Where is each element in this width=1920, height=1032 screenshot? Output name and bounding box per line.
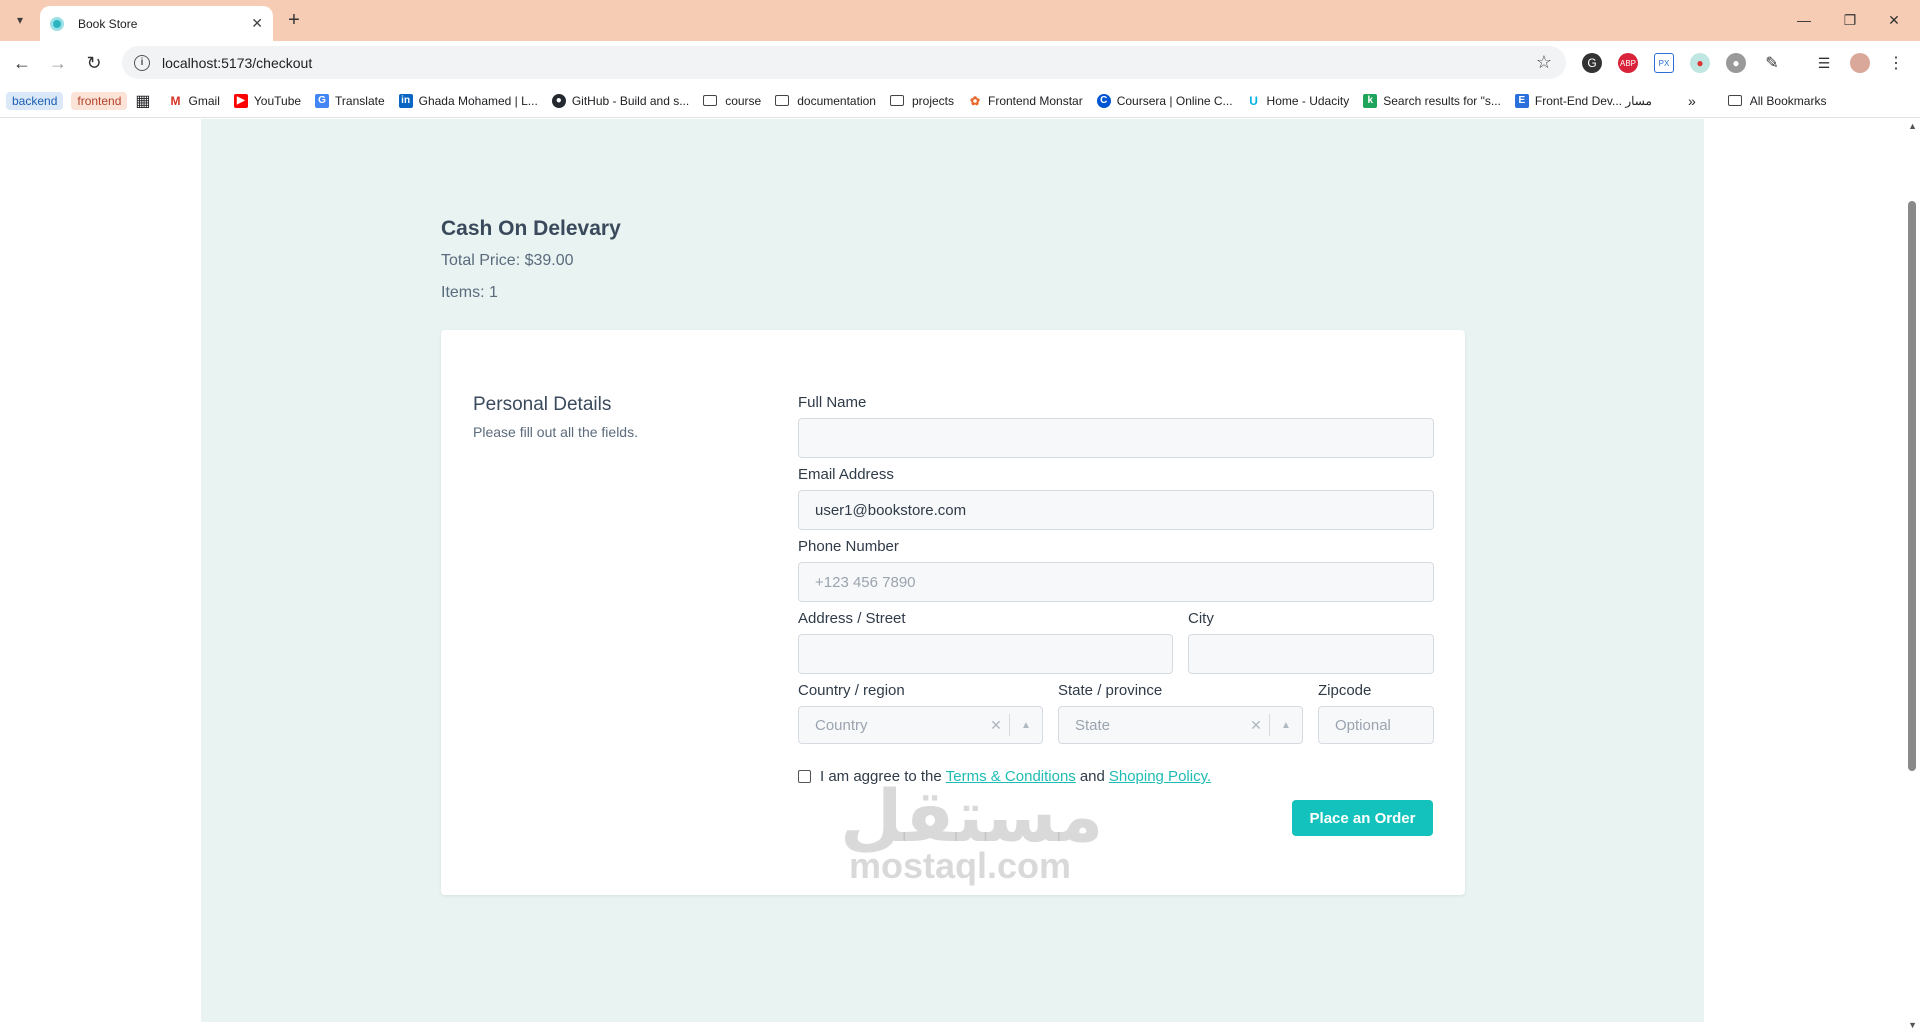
apps-grid-icon[interactable]: ▦ [135,91,150,111]
zipcode-label: Zipcode [1318,682,1372,699]
section-title: Personal Details [473,394,612,415]
minimize-icon[interactable]: — [1784,8,1824,32]
site-info-icon[interactable]: i [134,54,150,71]
folder-icon [889,95,904,106]
back-arrow-icon[interactable]: ← [8,49,36,77]
bookmark-frontend-monstar[interactable]: ✿ Frontend Monstar [968,94,1083,108]
zipcode-input[interactable] [1318,706,1434,744]
bookmark-folder-documentation[interactable]: documentation [775,94,876,108]
city-input[interactable] [1188,634,1434,674]
record-extension-icon[interactable]: ● [1726,53,1746,73]
bookmark-edraak[interactable]: E Front-End Dev... مسار [1514,93,1652,108]
terms-checkbox[interactable] [798,770,811,783]
country-placeholder: Country [815,716,868,734]
folder-icon [703,95,718,106]
address-bar[interactable]: i localhost:5173/checkout ☆ [122,46,1566,79]
folder-icon [775,95,790,106]
youtube-icon: ▶ [233,93,248,108]
full-name-input[interactable] [798,418,1434,458]
github-icon: ● [551,93,566,108]
close-icon[interactable]: ✕ [251,15,263,32]
items-count: Items: 1 [441,284,498,301]
clear-icon[interactable]: ✕ [1243,717,1269,734]
bookmark-github[interactable]: ● GitHub - Build and s... [551,93,689,108]
reload-icon[interactable]: ↻ [80,49,108,77]
more-menu-icon[interactable]: ⋮ [1886,53,1906,73]
coursera-icon: C [1096,93,1111,108]
address-label: Address / Street [798,610,906,627]
bookmark-frontend[interactable]: frontend [71,91,128,110]
bookmark-star-icon[interactable]: ☆ [1536,52,1552,73]
state-label: State / province [1058,682,1163,699]
new-tab-plus-icon[interactable]: + [282,8,306,32]
place-order-button[interactable]: Place an Order [1292,800,1433,836]
bookmark-udacity[interactable]: U Home - Udacity [1247,93,1349,108]
watermark-logo-english: mostaql.com [848,845,1072,886]
grammarly-extension-icon[interactable]: G [1582,53,1602,73]
bookmark-translate[interactable]: G Translate [315,93,385,108]
monstar-icon: ✿ [969,93,981,108]
city-label: City [1188,610,1214,627]
watermark-logo-arabic: مستقل [840,774,1104,858]
color-picker-extension-icon[interactable]: ● [1690,53,1710,73]
bookmark-folder-projects[interactable]: projects [889,94,954,108]
profile-avatar[interactable] [1850,53,1870,73]
bookmark-youtube[interactable]: ▶ YouTube [233,93,301,108]
page-viewport: Cash On Delevary Total Price: $39.00 Ite… [0,119,1920,1032]
full-name-label: Full Name [798,394,867,411]
bookmark-backend[interactable]: backend [6,91,64,110]
url-text: localhost:5173/checkout [162,54,313,71]
clear-icon[interactable]: ✕ [983,717,1009,734]
total-price: Total Price: $39.00 [441,252,574,269]
caret-up-icon[interactable]: ▲ [1010,720,1042,731]
linkedin-icon: in [398,93,413,108]
edraak-icon: E [1514,93,1529,108]
bookmark-khamsat[interactable]: k Search results for "s... [1363,93,1501,108]
bookmarks-bar: backend frontend ▦ M Gmail ▶ YouTube G Tran… [0,84,1920,118]
bookmark-coursera[interactable]: C Coursera | Online C... [1096,93,1233,108]
caret-up-icon[interactable]: ▲ [1270,720,1302,731]
phone-input[interactable] [798,562,1434,602]
more-bookmarks-chevron-icon[interactable]: » [1688,93,1696,109]
folder-icon [1727,95,1742,106]
all-bookmarks[interactable]: All Bookmarks [1727,94,1826,108]
state-placeholder: State [1075,716,1111,734]
phone-label: Phone Number [798,538,899,555]
tab-strip: ▾ Book Store ✕ + — ❐ ✕ [0,0,1920,41]
scroll-thumb[interactable] [1908,201,1916,771]
scroll-down-icon[interactable]: ▼ [1908,1020,1917,1030]
restore-icon[interactable]: ❐ [1830,8,1870,32]
state-select[interactable]: State ✕ ▲ [1058,706,1303,744]
policy-link[interactable]: Shoping Policy. [1109,768,1211,785]
tab-book-store[interactable]: Book Store ✕ [40,6,273,41]
reading-list-icon[interactable]: ☰ [1814,53,1834,73]
gmail-icon: M [170,93,181,108]
section-subtitle: Please fill out all the fields. [473,424,638,440]
adblock-extension-icon[interactable]: ABP [1618,53,1638,73]
country-select[interactable]: Country ✕ ▲ [798,706,1043,744]
payment-method-title: Cash On Delevary [441,217,621,240]
bookmark-gmail[interactable]: M Gmail [169,94,220,108]
browser-toolbar: ← → ↻ i localhost:5173/checkout ☆ G ABP … [0,41,1920,84]
bookmark-linkedin[interactable]: in Ghada Mohamed | L... [398,93,538,108]
country-label: Country / region [798,682,905,699]
tab-title: Book Store [78,16,138,31]
scroll-up-icon[interactable]: ▲ [1908,121,1917,131]
window-close-icon[interactable]: ✕ [1874,8,1914,32]
page-scrollbar[interactable]: ▲ ▼ [1904,119,1920,1032]
extensions-puzzle-icon[interactable]: ✎ [1762,53,1782,73]
khamsat-icon: k [1363,93,1378,108]
bookmark-folder-course[interactable]: course [703,94,761,108]
address-input[interactable] [798,634,1173,674]
translate-icon: G [315,93,330,108]
email-input[interactable] [798,490,1434,530]
tab-search-chevron-icon[interactable]: ▾ [8,8,32,32]
page-ruler-extension-icon[interactable]: PX [1654,53,1674,73]
forward-arrow-icon[interactable]: → [44,49,72,77]
favicon-icon [50,16,64,31]
email-label: Email Address [798,466,894,483]
udacity-icon: U [1249,93,1258,108]
